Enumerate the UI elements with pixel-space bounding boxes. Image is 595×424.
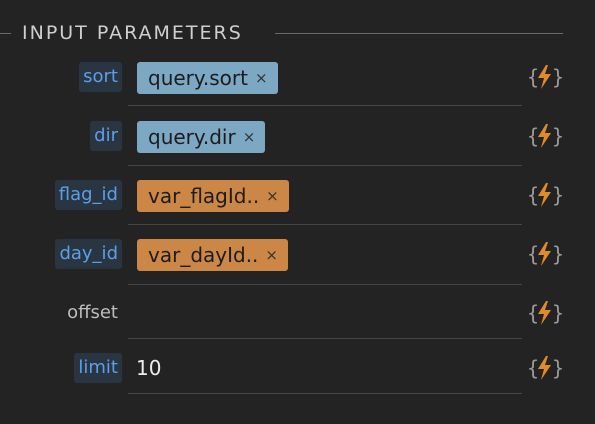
dynamic-value-button[interactable]: { } bbox=[527, 353, 563, 383]
param-value-dir[interactable]: query.dir × bbox=[128, 112, 522, 166]
chip-label: var_dayId.. bbox=[148, 243, 259, 267]
svg-text:{: { bbox=[527, 183, 539, 207]
svg-text:}: } bbox=[552, 301, 563, 325]
dynamic-value-button[interactable]: { } bbox=[527, 121, 563, 151]
variable-chip[interactable]: query.dir × bbox=[137, 121, 266, 153]
variable-chip[interactable]: var_flagId.. × bbox=[137, 180, 289, 212]
header-divider-left bbox=[0, 33, 11, 34]
section-title: INPUT PARAMETERS bbox=[22, 22, 243, 44]
param-label-flag-id[interactable]: flag_id bbox=[54, 180, 122, 210]
param-label-sort[interactable]: sort bbox=[79, 62, 122, 92]
svg-text:{: { bbox=[527, 356, 539, 380]
lightning-braces-icon: { } bbox=[527, 301, 563, 325]
param-label-limit[interactable]: limit bbox=[74, 353, 122, 383]
lightning-braces-icon: { } bbox=[527, 183, 563, 207]
param-value-day-id[interactable]: var_dayId.. × bbox=[128, 230, 522, 285]
lightning-braces-icon: { } bbox=[527, 65, 563, 89]
svg-text:}: } bbox=[552, 356, 563, 380]
param-value-text: 10 bbox=[136, 356, 162, 380]
lightning-braces-icon: { } bbox=[527, 356, 563, 380]
dynamic-value-button[interactable]: { } bbox=[527, 180, 563, 210]
param-value-flag-id[interactable]: var_flagId.. × bbox=[128, 171, 522, 225]
variable-chip[interactable]: query.sort × bbox=[137, 62, 278, 94]
dynamic-value-button[interactable]: { } bbox=[527, 62, 563, 92]
chip-label: query.sort bbox=[148, 66, 248, 90]
dynamic-value-button[interactable]: { } bbox=[527, 239, 563, 269]
variable-chip[interactable]: var_dayId.. × bbox=[137, 239, 288, 271]
dynamic-value-button[interactable]: { } bbox=[527, 298, 563, 328]
svg-text:}: } bbox=[552, 65, 563, 89]
param-value-sort[interactable]: query.sort × bbox=[128, 53, 522, 106]
lightning-braces-icon: { } bbox=[527, 242, 563, 266]
chip-label: var_flagId.. bbox=[148, 184, 260, 208]
svg-text:}: } bbox=[552, 242, 563, 266]
svg-text:{: { bbox=[527, 65, 539, 89]
svg-text:{: { bbox=[527, 124, 539, 148]
header-divider-right bbox=[275, 33, 563, 34]
svg-text:{: { bbox=[527, 301, 539, 325]
chip-label: query.dir bbox=[148, 125, 236, 149]
param-label-dir[interactable]: dir bbox=[90, 121, 122, 151]
close-icon[interactable]: × bbox=[265, 239, 278, 271]
svg-text:{: { bbox=[527, 242, 539, 266]
close-icon[interactable]: × bbox=[266, 180, 279, 212]
svg-text:}: } bbox=[552, 183, 563, 207]
close-icon[interactable]: × bbox=[255, 62, 268, 94]
lightning-braces-icon: { } bbox=[527, 124, 563, 148]
param-label-day-id[interactable]: day_id bbox=[55, 239, 122, 269]
close-icon[interactable]: × bbox=[243, 121, 256, 153]
param-value-offset[interactable] bbox=[128, 288, 522, 339]
param-value-limit[interactable]: 10 bbox=[128, 340, 522, 394]
section-header: INPUT PARAMETERS bbox=[0, 18, 595, 52]
svg-text:}: } bbox=[552, 124, 563, 148]
param-label-offset: offset bbox=[67, 302, 118, 323]
